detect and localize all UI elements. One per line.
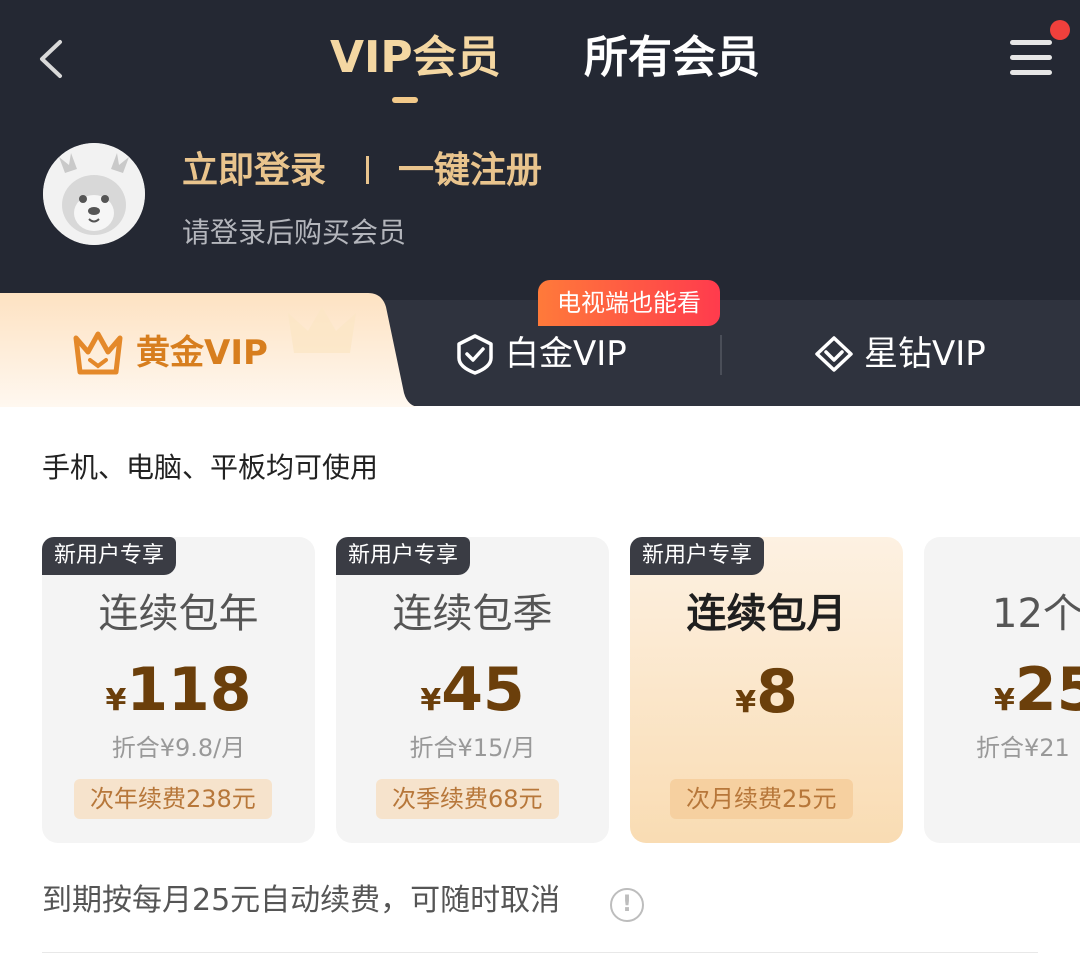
currency-symbol: ¥ xyxy=(420,683,442,718)
plan-card-12-month[interactable]: 12个 ¥25 折合¥21 xyxy=(924,537,1080,843)
divider xyxy=(42,952,1038,953)
currency-symbol: ¥ xyxy=(994,683,1015,718)
avatar[interactable] xyxy=(43,143,145,245)
new-user-badge: 新用户专享 xyxy=(42,537,177,575)
deer-mascot-avatar xyxy=(43,143,145,245)
divider xyxy=(366,156,369,184)
plan-card-quarterly[interactable]: 新用户专享 连续包季 ¥45 折合¥15/月 次季续费68元 xyxy=(336,537,609,843)
plan-title: 连续包季 xyxy=(392,591,553,637)
notification-dot xyxy=(1050,20,1070,40)
tier-label-gold: 黄金VIP xyxy=(136,333,268,373)
register-button[interactable]: 一键注册 xyxy=(398,146,542,196)
tab-vip-membership[interactable]: VIP会员 xyxy=(330,28,501,88)
plan-price: ¥45 xyxy=(336,657,609,723)
active-tab-indicator xyxy=(392,97,418,103)
plan-title: 连续包月 xyxy=(686,591,847,637)
price-amount: 25 xyxy=(1014,655,1080,725)
login-button[interactable]: 立即登录 xyxy=(182,146,326,196)
shield-check-icon xyxy=(457,334,493,375)
renewal-price: 次年续费238元 xyxy=(74,779,272,819)
renewal-price: 次季续费68元 xyxy=(376,779,559,819)
price-amount: 8 xyxy=(756,657,798,727)
currency-symbol: ¥ xyxy=(735,685,757,720)
plan-card-monthly[interactable]: 新用户专享 连续包月 ¥8 次月续费25元 xyxy=(630,537,903,843)
plan-card-yearly[interactable]: 新用户专享 连续包年 ¥118 折合¥9.8/月 次年续费238元 xyxy=(42,537,315,843)
info-icon[interactable]: ! xyxy=(610,888,644,922)
plan-title: 12个 xyxy=(992,591,1080,637)
monthly-equivalent: 折合¥21 xyxy=(976,734,1070,762)
plan-price: ¥8 xyxy=(630,659,903,725)
new-user-badge: 新用户专享 xyxy=(336,537,471,575)
plan-price: ¥118 xyxy=(42,657,315,723)
hamburger-menu-icon[interactable] xyxy=(1010,38,1056,78)
crown-icon xyxy=(73,331,123,375)
tab-all-memberships[interactable]: 所有会员 xyxy=(584,28,760,88)
new-user-badge: 新用户专享 xyxy=(630,537,765,575)
chevron-left-icon[interactable] xyxy=(30,36,76,82)
currency-symbol: ¥ xyxy=(105,683,127,718)
auto-renew-note: 到期按每月25元自动续费，可随时取消 xyxy=(42,883,561,918)
login-hint: 请登录后购买会员 xyxy=(182,216,407,249)
diamond-icon xyxy=(815,336,853,372)
plan-price: ¥25 xyxy=(994,657,1080,723)
price-amount: 118 xyxy=(126,655,252,725)
tab-platinum-vip[interactable]: 白金VIP xyxy=(505,331,627,377)
monthly-equivalent: 折合¥15/月 xyxy=(409,734,536,762)
tier-divider xyxy=(720,335,722,375)
tv-promo-badge: 电视端也能看 xyxy=(538,280,720,326)
tab-star-diamond-vip[interactable]: 星钻VIP xyxy=(864,331,986,377)
plan-cards-row: 新用户专享 连续包年 ¥118 折合¥9.8/月 次年续费238元 新用户专享 … xyxy=(0,537,1080,845)
monthly-equivalent: 折合¥9.8/月 xyxy=(111,734,246,762)
plan-title: 连续包年 xyxy=(98,591,259,637)
renewal-price: 次月续费25元 xyxy=(670,779,853,819)
device-availability-note: 手机、电脑、平板均可使用 xyxy=(42,451,379,484)
price-amount: 45 xyxy=(441,655,525,725)
